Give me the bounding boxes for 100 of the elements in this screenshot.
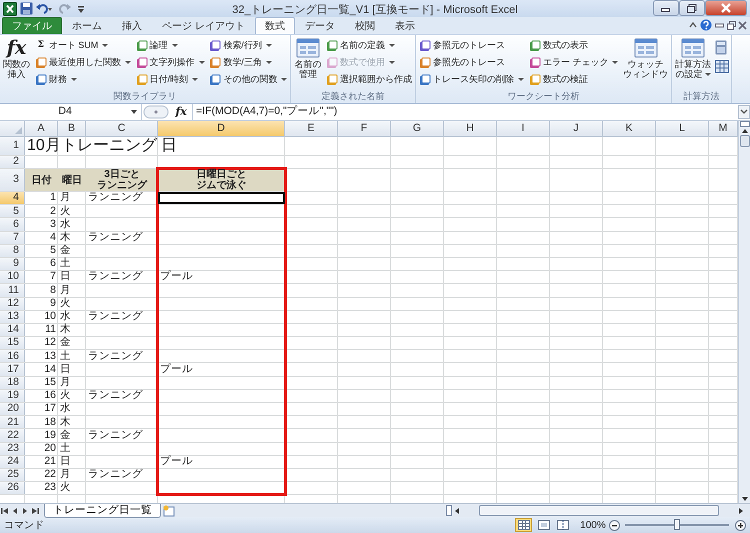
column-header[interactable]: G [391, 121, 444, 136]
normal-view-button[interactable] [515, 518, 532, 532]
row-header[interactable]: 21 [0, 416, 25, 428]
ribbon-button[interactable]: 文字列操作 [134, 54, 206, 71]
ribbon-tab[interactable]: データ [294, 17, 345, 34]
ribbon-tab[interactable]: 校閲 [344, 17, 385, 34]
column-header[interactable]: B [58, 121, 86, 136]
ribbon-button[interactable]: エラー チェック [528, 54, 620, 71]
insert-function-button[interactable]: fx [170, 104, 192, 120]
row-header[interactable]: 3 [0, 169, 25, 191]
sheet-nav-first-icon[interactable] [0, 506, 10, 516]
ribbon-button[interactable]: 名前の定義 [325, 37, 413, 54]
row-header[interactable]: 23 [0, 442, 25, 455]
ribbon-button[interactable]: 数式の検証 [528, 71, 620, 88]
file-tab[interactable]: ファイル [2, 17, 62, 34]
row-header[interactable]: 20 [0, 403, 25, 416]
minimize-workbook-icon[interactable] [714, 20, 724, 30]
row-header[interactable]: 12 [0, 298, 25, 310]
ribbon-tab[interactable]: 数式 [254, 17, 295, 34]
ribbon-button[interactable]: Σ オート SUM [34, 37, 132, 54]
ribbon-button[interactable]: 名前の 管理 [293, 37, 322, 90]
split-handle-icon[interactable] [446, 505, 452, 516]
column-header[interactable]: J [550, 121, 603, 136]
ribbon-tab[interactable]: ホーム [62, 17, 112, 34]
column-header[interactable]: E [285, 121, 338, 136]
column-header[interactable]: A [25, 121, 58, 136]
ribbon-button[interactable]: fx 関数の 挿入 [2, 37, 31, 90]
row-header[interactable]: 17 [0, 363, 25, 376]
zoom-level[interactable]: 100% [580, 518, 606, 532]
row-header[interactable]: 7 [0, 232, 25, 244]
ribbon-button[interactable]: 数学/三角 [208, 54, 288, 71]
page-layout-view-button[interactable] [535, 518, 552, 532]
resize-handle-icon[interactable] [142, 105, 170, 119]
zoom-out-icon[interactable] [608, 520, 620, 530]
ribbon-button[interactable]: 数式の表示 [528, 37, 620, 54]
row-header[interactable]: 16 [0, 350, 25, 362]
row-header[interactable]: 11 [0, 284, 25, 296]
row-header[interactable]: 24 [0, 456, 25, 468]
row-header[interactable]: 18 [0, 376, 25, 389]
column-header[interactable]: F [338, 121, 391, 136]
row-header[interactable]: 8 [0, 244, 25, 257]
column-header[interactable]: D [158, 121, 285, 136]
zoom-in-icon[interactable] [735, 520, 746, 530]
row-header[interactable]: 26 [0, 482, 25, 494]
sheet-nav-last-icon[interactable] [30, 506, 40, 516]
ribbon-button[interactable]: 日付/時刻 [134, 71, 206, 88]
close-workbook-icon[interactable] [738, 20, 748, 30]
row-header[interactable]: 9 [0, 258, 25, 270]
ribbon-button[interactable]: 財務 [34, 71, 132, 88]
column-header[interactable]: C [86, 121, 158, 136]
zoom-slider-thumb[interactable] [674, 519, 680, 530]
ribbon-button[interactable]: 選択範囲から作成 [325, 71, 413, 88]
ribbon-button[interactable]: ウォッチ ウィンドウ [622, 37, 670, 90]
scrollbar-thumb[interactable] [740, 135, 750, 147]
ribbon-button[interactable]: その他の関数 [208, 71, 288, 88]
row-header[interactable]: 22 [0, 429, 25, 442]
row-header[interactable]: 5 [0, 205, 25, 218]
row-header[interactable]: 2 [0, 156, 25, 168]
ribbon-button[interactable]: 参照元のトレース [418, 37, 525, 54]
column-header[interactable]: I [497, 121, 550, 136]
row-header[interactable]: 1 [0, 137, 25, 155]
collapse-ribbon-icon[interactable] [689, 21, 698, 30]
column-header[interactable]: M [709, 121, 738, 136]
undo-icon[interactable] [35, 2, 54, 14]
row-header[interactable]: 4 [0, 192, 25, 204]
name-box[interactable]: D4 [0, 104, 130, 120]
maximize-button[interactable] [679, 0, 706, 16]
ribbon-tab[interactable]: 挿入 [112, 17, 152, 34]
row-header[interactable]: 15 [0, 337, 25, 350]
split-handle-icon[interactable] [740, 121, 750, 127]
row-header[interactable]: 10 [0, 271, 25, 284]
save-icon[interactable] [20, 2, 32, 15]
row-header[interactable]: 14 [0, 324, 25, 336]
column-header[interactable]: L [656, 121, 709, 136]
sheet-icon[interactable] [714, 60, 729, 74]
ribbon-tab[interactable]: 表示 [384, 17, 425, 34]
ribbon-button[interactable]: 論理 [134, 37, 206, 54]
row-header[interactable]: 19 [0, 390, 25, 402]
row-header[interactable]: 13 [0, 310, 25, 323]
help-icon[interactable] [700, 19, 712, 32]
insert-sheet-icon[interactable] [161, 504, 177, 516]
sheet-tab[interactable]: トレーニング日一覧 [44, 504, 161, 518]
ribbon-button[interactable]: 計算方法 の設定 [674, 37, 712, 90]
calculator-icon[interactable] [714, 40, 729, 55]
dropdown-caret-icon[interactable] [130, 108, 138, 116]
scroll-up-icon[interactable] [740, 127, 748, 135]
ribbon-button[interactable]: 検索/行列 [208, 37, 288, 54]
column-header[interactable]: K [603, 121, 656, 136]
close-button[interactable] [705, 0, 748, 16]
ribbon-tab[interactable]: ページ レイアウト [152, 17, 255, 34]
ribbon-button[interactable]: 最近使用した関数 [34, 54, 132, 71]
column-header[interactable]: H [444, 121, 497, 136]
expand-formula-bar-icon[interactable] [738, 105, 750, 119]
ribbon-button[interactable]: トレース矢印の削除 [418, 71, 525, 88]
row-header[interactable]: 25 [0, 468, 25, 482]
row-header[interactable]: 6 [0, 218, 25, 231]
horizontal-scrollbar-thumb[interactable] [479, 505, 719, 516]
minimize-button[interactable] [653, 0, 680, 16]
ribbon-button[interactable]: 参照先のトレース [418, 54, 525, 71]
page-break-view-button[interactable] [554, 518, 572, 532]
